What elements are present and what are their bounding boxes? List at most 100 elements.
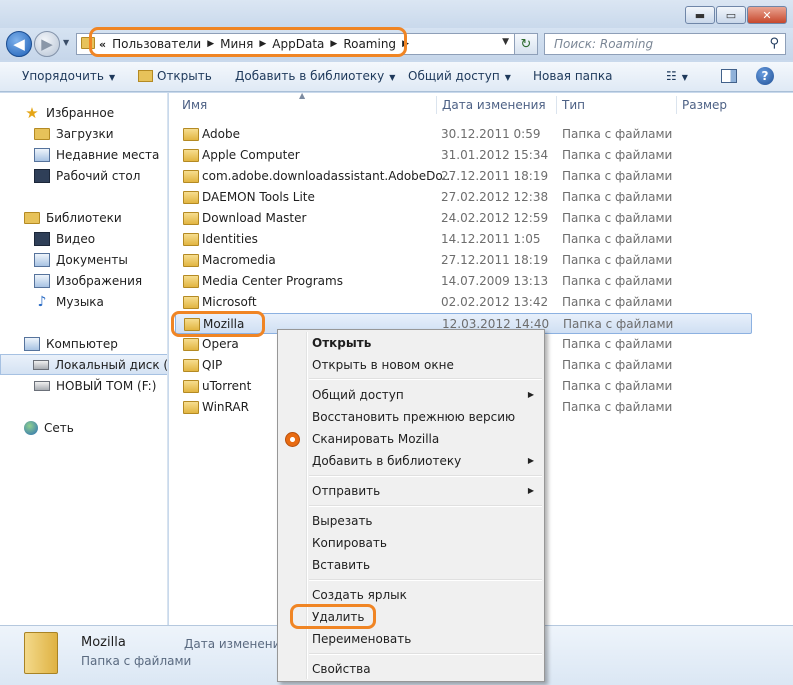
navigation-pane: ★ Избранное Загрузки Недавние места Рабоч… <box>0 93 168 625</box>
share-button[interactable]: Общий доступ ▼ <box>408 69 511 83</box>
folder-icon <box>183 359 199 372</box>
new-folder-button[interactable]: Новая папка <box>533 69 612 83</box>
close-button[interactable]: ✕ <box>747 6 787 24</box>
open-button[interactable]: Открыть <box>138 69 212 83</box>
file-row-download-master[interactable]: Download Master 24.02.2012 12:59 Папка с ф… <box>175 208 752 229</box>
file-name: Macromedia <box>202 253 276 267</box>
file-row-media-center[interactable]: Media Center Programs 14.07.2009 13:13 Пап… <box>175 271 752 292</box>
file-row-microsoft[interactable]: Microsoft 02.02.2012 13:42 Папка с файлами <box>175 292 752 313</box>
file-row-macromedia[interactable]: Macromedia 27.12.2011 18:19 Папка с файлам… <box>175 250 752 271</box>
refresh-button[interactable]: ↻ <box>514 33 538 55</box>
sidebar-item-label: Загрузки <box>56 126 114 141</box>
sidebar-item-recent-places[interactable]: Недавние места <box>0 144 167 165</box>
file-row-identities[interactable]: Identities 14.12.2011 1:05 Папка с файлами <box>175 229 752 250</box>
menu-item-paste[interactable]: Вставить <box>280 555 542 576</box>
folder-icon <box>183 212 199 225</box>
file-type: Папка с файлами <box>562 190 673 204</box>
column-divider[interactable] <box>676 96 677 114</box>
sidebar-item-label: Компьютер <box>46 336 118 351</box>
menu-item-open-new-window[interactable]: Открыть в новом окне <box>280 355 542 376</box>
menu-item-copy[interactable]: Копировать <box>280 533 542 554</box>
mozilla-highlight-annotation <box>171 311 265 337</box>
file-type: Папка с файлами <box>562 232 673 246</box>
back-button[interactable]: ◀ <box>6 31 32 57</box>
add-to-library-button[interactable]: Добавить в библиотеку ▼ <box>235 69 395 83</box>
column-divider[interactable] <box>556 96 557 114</box>
menu-item-rename[interactable]: Переименовать <box>280 629 542 650</box>
column-header-name[interactable]: Имя <box>182 98 207 118</box>
folder-icon <box>183 128 199 141</box>
sidebar-item-label: Избранное <box>46 105 115 120</box>
sidebar-item-computer[interactable]: Компьютер <box>0 333 167 354</box>
file-date: 14.12.2011 1:05 <box>441 232 541 246</box>
file-name: com.adobe.downloadassistant.AdobeDo... <box>202 169 454 183</box>
menu-item-add-library[interactable]: Добавить в библиотеку ▶ <box>280 451 542 472</box>
minimize-button[interactable]: ▬ <box>685 6 715 24</box>
file-name: Opera <box>202 337 239 351</box>
network-globe-icon <box>24 420 38 435</box>
file-type: Папка с файлами <box>562 337 673 351</box>
menu-item-scan[interactable]: Сканировать Mozilla <box>280 429 542 450</box>
file-type: Папка с файлами <box>562 379 673 393</box>
menu-item-cut[interactable]: Вырезать <box>280 511 542 532</box>
menu-item-create-shortcut[interactable]: Создать ярлык <box>280 585 542 606</box>
sidebar-item-video[interactable]: Видео <box>0 228 167 249</box>
column-divider[interactable] <box>436 96 437 114</box>
file-row-com-adobe[interactable]: com.adobe.downloadassistant.AdobeDo... 27… <box>175 166 752 187</box>
sidebar-item-favorites[interactable]: ★ Избранное <box>0 102 167 123</box>
menu-item-open[interactable]: Открыть <box>280 333 542 354</box>
sort-ascending-icon: ▲ <box>299 91 306 100</box>
menu-item-label: Создать ярлык <box>312 588 407 602</box>
sidebar-item-downloads[interactable]: Загрузки <box>0 123 167 144</box>
menu-separator <box>309 475 542 477</box>
menu-item-label: Добавить в библиотеку <box>312 454 462 468</box>
maximize-button[interactable]: ▭ <box>716 6 746 24</box>
search-icon[interactable]: ⚲ <box>769 36 779 51</box>
menu-item-label: Открыть <box>312 336 372 350</box>
file-date: 02.02.2012 13:42 <box>441 295 549 309</box>
recent-pages-button[interactable]: ▼ <box>63 38 69 47</box>
file-date: 30.12.2011 0:59 <box>441 127 541 141</box>
folder-icon <box>183 401 199 414</box>
organize-button[interactable]: Упорядочить ▼ <box>22 69 115 83</box>
sidebar-item-libraries[interactable]: Библиотеки <box>0 207 167 228</box>
file-row-apple-computer[interactable]: Apple Computer 31.01.2012 15:34 Папка с фа… <box>175 145 752 166</box>
sidebar-item-local-disk[interactable]: Локальный диск (С <box>0 354 167 375</box>
file-name: Apple Computer <box>202 148 300 162</box>
column-header-date[interactable]: Дата изменения <box>442 98 546 118</box>
sidebar-item-label: Сеть <box>44 420 74 435</box>
folder-icon <box>183 254 199 267</box>
computer-icon <box>24 336 40 351</box>
file-type: Папка с файлами <box>562 295 673 309</box>
file-row-daemon-tools[interactable]: DAEMON Tools Lite 27.02.2012 12:38 Папка с… <box>175 187 752 208</box>
folder-icon <box>183 296 199 309</box>
menu-separator <box>309 505 542 507</box>
sidebar-item-label: Документы <box>56 252 128 267</box>
file-type: Папка с файлами <box>562 211 673 225</box>
address-dropdown-icon[interactable]: ▼ <box>502 37 509 47</box>
menu-item-properties[interactable]: Свойства <box>280 659 542 680</box>
column-header-type[interactable]: Тип <box>562 98 585 118</box>
preview-pane-icon[interactable] <box>721 69 737 83</box>
forward-button[interactable]: ▶ <box>34 31 60 57</box>
file-name: Media Center Programs <box>202 274 343 288</box>
menu-item-restore-previous[interactable]: Восстановить прежнюю версию <box>280 407 542 428</box>
menu-item-label: Вставить <box>312 558 371 572</box>
help-icon[interactable]: ? <box>756 67 774 85</box>
sidebar-item-music[interactable]: ♪ Музыка <box>0 291 167 312</box>
sidebar-item-network[interactable]: Сеть <box>0 417 167 438</box>
sidebar-item-images[interactable]: Изображения <box>0 270 167 291</box>
menu-item-send-to[interactable]: Отправить ▶ <box>280 481 542 502</box>
sidebar-item-documents[interactable]: Документы <box>0 249 167 270</box>
column-header-size[interactable]: Размер <box>682 98 727 118</box>
music-note-icon: ♪ <box>37 293 47 310</box>
sidebar-item-desktop[interactable]: Рабочий стол <box>0 165 167 186</box>
sidebar-item-new-volume[interactable]: НОВЫЙ ТОМ (F:) <box>0 375 167 396</box>
search-input[interactable]: Поиск: Roaming ⚲ <box>544 33 786 55</box>
menu-item-share[interactable]: Общий доступ ▶ <box>280 385 542 406</box>
add-to-library-label: Добавить в библиотеку <box>235 69 385 83</box>
view-options-button[interactable]: ☷ ▼ <box>666 69 688 83</box>
menu-item-label: Вырезать <box>312 514 373 528</box>
file-row-adobe[interactable]: Adobe 30.12.2011 0:59 Папка с файлами <box>175 124 752 145</box>
file-type: Папка с файлами <box>562 400 673 414</box>
